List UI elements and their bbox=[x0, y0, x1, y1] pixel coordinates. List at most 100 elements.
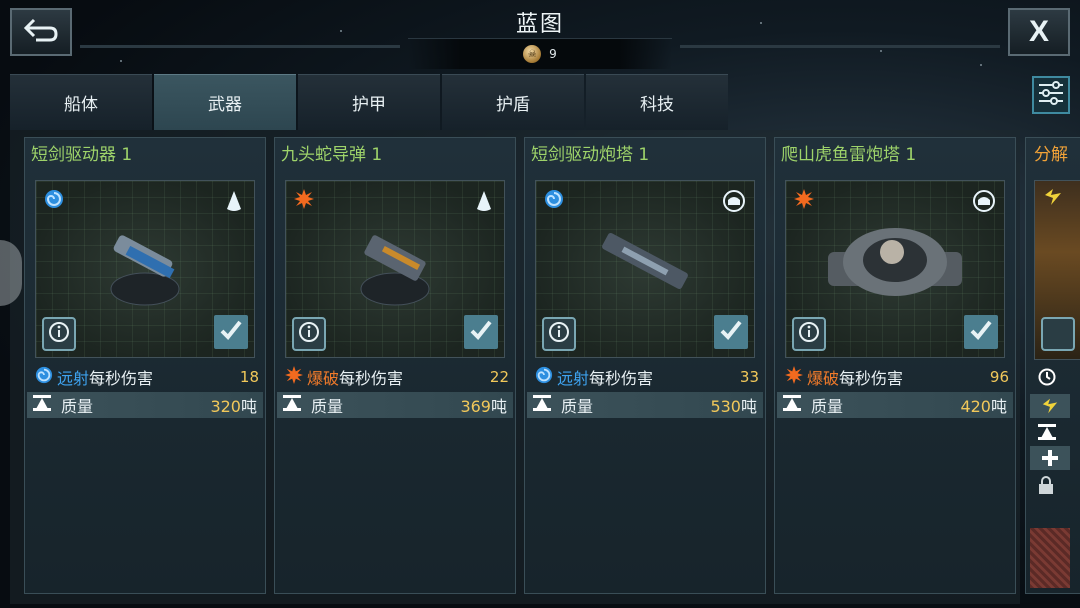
weapon-art bbox=[285, 180, 505, 358]
crystal-icon bbox=[472, 189, 496, 213]
info-button[interactable] bbox=[542, 317, 576, 351]
info-icon bbox=[48, 321, 70, 347]
weapon-name: 分解 bbox=[1034, 145, 1068, 165]
sliders-icon bbox=[1038, 81, 1064, 109]
mass-row: 质量 369吨 bbox=[277, 392, 513, 418]
spiral-icon bbox=[35, 366, 53, 388]
info-button[interactable] bbox=[42, 317, 76, 351]
category-tabs: 船体 武器 护甲 护盾 科技 bbox=[10, 74, 728, 130]
mass-icon bbox=[33, 395, 51, 415]
damage-value: 18 bbox=[239, 368, 259, 386]
damage-label: 每秒伤害 bbox=[89, 369, 154, 388]
spiral-icon bbox=[544, 189, 564, 209]
dome-icon bbox=[722, 189, 746, 213]
mass-label: 质量 bbox=[61, 397, 94, 416]
tab-weapons[interactable]: 武器 bbox=[154, 74, 296, 130]
weapon-name: 短剑驱动炮塔 1 bbox=[531, 145, 650, 165]
weapon-name: 爬山虎鱼雷炮塔 1 bbox=[781, 145, 917, 165]
header-divider-right bbox=[680, 45, 1000, 48]
damage-label: 每秒伤害 bbox=[339, 369, 404, 388]
dps-row: 远射 每秒伤害 18 bbox=[35, 366, 259, 388]
burst-icon bbox=[294, 189, 314, 209]
blueprint-card-partial[interactable]: 分解 bbox=[1025, 137, 1080, 594]
blueprint-card[interactable]: 爬山虎鱼雷炮塔 1 爆破 每秒伤害 96 质量 420吨 bbox=[774, 137, 1016, 594]
info-button[interactable] bbox=[292, 317, 326, 351]
select-button[interactable] bbox=[714, 315, 748, 349]
blueprint-card[interactable]: 短剑驱动器 1 远射 每秒伤害 18 质量 320吨 bbox=[24, 137, 266, 594]
filter-button[interactable] bbox=[1032, 76, 1070, 114]
weapon-model bbox=[590, 222, 700, 316]
lock-icon bbox=[1038, 476, 1054, 498]
mass-label: 质量 bbox=[311, 397, 344, 416]
tab-hull[interactable]: 船体 bbox=[10, 74, 152, 130]
mass-value: 320吨 bbox=[210, 397, 257, 416]
mass-icon bbox=[1038, 424, 1056, 444]
mass-icon bbox=[283, 395, 301, 415]
damage-label: 每秒伤害 bbox=[839, 369, 904, 388]
blueprint-card[interactable]: 九头蛇导弹 1 爆破 每秒伤害 22 质量 369吨 bbox=[274, 137, 516, 594]
weapon-art bbox=[535, 180, 755, 358]
damage-type: 爆破 bbox=[807, 369, 840, 388]
tab-armor[interactable]: 护甲 bbox=[298, 74, 440, 130]
dps-row: 爆破 每秒伤害 96 bbox=[785, 366, 1009, 388]
checkmark-icon bbox=[469, 319, 493, 345]
weapon-name: 短剑驱动器 1 bbox=[31, 145, 133, 165]
plus-icon bbox=[1030, 446, 1070, 470]
weapon-model bbox=[820, 212, 970, 326]
damage-value: 33 bbox=[739, 368, 759, 386]
select-button[interactable] bbox=[214, 315, 248, 349]
tab-tech[interactable]: 科技 bbox=[586, 74, 728, 130]
mass-value: 420吨 bbox=[960, 397, 1007, 416]
burst-icon bbox=[785, 366, 803, 388]
mass-row: 质量 530吨 bbox=[527, 392, 763, 418]
damage-type: 爆破 bbox=[307, 369, 340, 388]
close-button[interactable]: X bbox=[1008, 8, 1070, 56]
info-icon bbox=[798, 321, 820, 347]
currency-amount: 9 bbox=[549, 47, 557, 61]
weapon-model bbox=[345, 217, 445, 321]
tab-shield[interactable]: 护盾 bbox=[442, 74, 584, 130]
dps-row: 远射 每秒伤害 33 bbox=[535, 366, 759, 388]
dps-row: 爆破 每秒伤害 22 bbox=[285, 366, 509, 388]
dome-icon bbox=[972, 189, 996, 213]
blueprint-coin-icon: ☠ bbox=[523, 45, 542, 63]
checkmark-icon bbox=[969, 319, 993, 345]
damage-label: 每秒伤害 bbox=[589, 369, 654, 388]
damage-value: 96 bbox=[989, 368, 1009, 386]
info-button[interactable] bbox=[792, 317, 826, 351]
spiral-icon bbox=[535, 366, 553, 388]
checkmark-icon bbox=[719, 319, 743, 345]
mass-value: 530吨 bbox=[710, 397, 757, 416]
clock-icon bbox=[1038, 368, 1056, 390]
select-button[interactable] bbox=[964, 315, 998, 349]
weapon-art bbox=[1034, 180, 1080, 360]
mass-label: 质量 bbox=[561, 397, 594, 416]
blueprint-card[interactable]: 短剑驱动炮塔 1 远射 每秒伤害 33 质量 530吨 bbox=[524, 137, 766, 594]
checkmark-icon bbox=[219, 319, 243, 345]
locked-slot bbox=[1030, 528, 1070, 588]
close-icon: X bbox=[1028, 15, 1049, 48]
mass-icon bbox=[533, 395, 551, 415]
mass-label: 质量 bbox=[811, 397, 844, 416]
page-title: 蓝图 bbox=[515, 12, 564, 37]
mass-row: 质量 320吨 bbox=[27, 392, 263, 418]
crystal-icon bbox=[222, 189, 246, 213]
damage-type: 远射 bbox=[57, 369, 90, 388]
mass-row: 质量 420吨 bbox=[777, 392, 1013, 418]
mass-icon bbox=[783, 395, 801, 415]
info-button[interactable] bbox=[1041, 317, 1075, 351]
weapon-name: 九头蛇导弹 1 bbox=[281, 145, 383, 165]
select-button[interactable] bbox=[464, 315, 498, 349]
lightning-icon bbox=[1030, 394, 1070, 418]
info-icon bbox=[298, 321, 320, 347]
burst-icon bbox=[794, 189, 814, 209]
damage-value: 22 bbox=[489, 368, 509, 386]
damage-type: 远射 bbox=[557, 369, 590, 388]
header-divider-left bbox=[80, 45, 400, 48]
info-icon bbox=[548, 321, 570, 347]
mass-value: 369吨 bbox=[460, 397, 507, 416]
currency-display: ☠ 9 bbox=[408, 38, 672, 69]
lightning-icon bbox=[1043, 187, 1063, 211]
spiral-icon bbox=[44, 189, 64, 209]
weapon-art bbox=[35, 180, 255, 358]
